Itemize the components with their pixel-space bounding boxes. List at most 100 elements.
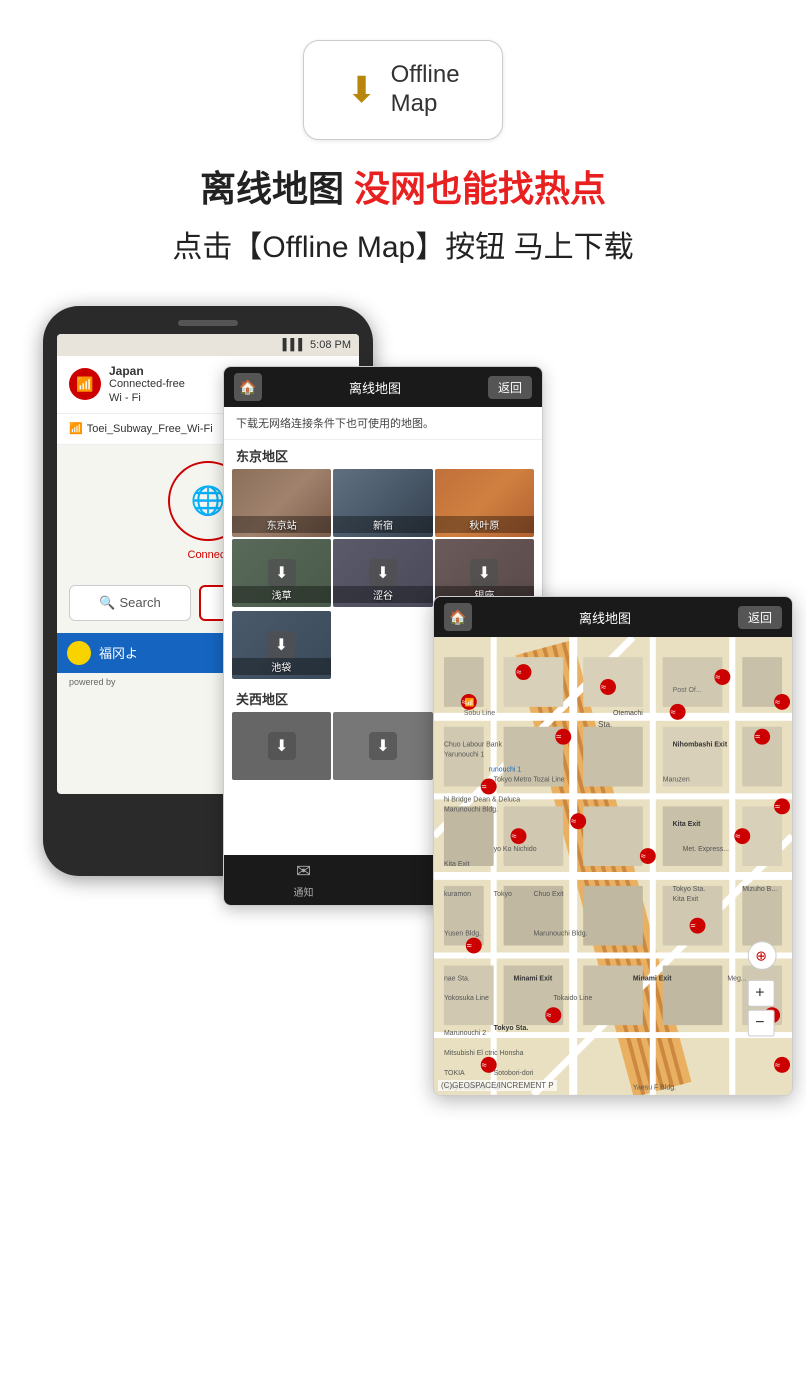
svg-text:nae Sta.: nae Sta.	[444, 975, 470, 982]
svg-text:Tokyo Sta.: Tokyo Sta.	[673, 886, 706, 893]
svg-text:≈: ≈	[482, 1060, 487, 1070]
map-screen: 🏠 离线地图 返回	[433, 596, 793, 1096]
tokyo-region-title: 东京地区	[224, 440, 542, 469]
svg-text:Yaesu F Bldg.: Yaesu F Bldg.	[633, 1085, 676, 1092]
svg-text:Nihombashi Exit: Nihombashi Exit	[673, 742, 728, 749]
svg-text:Tokyo: Tokyo	[494, 891, 512, 898]
wifi-network-label: Toei_Subway_Free_Wi-Fi	[87, 423, 213, 435]
search-button[interactable]: 🔍 Search	[69, 585, 191, 621]
svg-text:yo Ko Nichido: yo Ko Nichido	[494, 846, 537, 853]
svg-text:Yarunouchi 1: Yarunouchi 1	[444, 752, 485, 759]
svg-text:Kita Exit: Kita Exit	[673, 896, 699, 903]
area-shibuya[interactable]: ⬇ 涩谷	[333, 539, 432, 607]
svg-text:Marunouchi Bldg.: Marunouchi Bldg.	[533, 931, 587, 938]
map-home-button[interactable]: 🏠	[444, 603, 472, 631]
svg-text:Sta.: Sta.	[598, 720, 612, 729]
svg-text:Sobu Line: Sobu Line	[464, 710, 495, 717]
status-time: 5:08 PM	[310, 339, 351, 351]
svg-text:≈: ≈	[775, 1060, 780, 1070]
offline-map-description: 下载无网络连接条件下也可使用的地图。	[224, 407, 542, 440]
download-icon-ikebukuro: ⬇	[267, 631, 295, 659]
svg-text:Tokaido Line: Tokaido Line	[553, 995, 592, 1002]
phone-status-bar: ▌▌▌ 5:08 PM	[57, 334, 359, 356]
svg-text:≈: ≈	[775, 801, 780, 811]
area-grid-tokyo: 东京站 新宿 秋叶原 ⬇ 浅草 ⬇ 涩谷 ⬇ 银座	[224, 469, 542, 611]
headline: 离线地图 没网也能找热点	[200, 160, 606, 212]
notifications-label: 通知	[294, 884, 314, 899]
area-label-ikebukuro: 池袋	[232, 658, 331, 675]
area-ikebukuro[interactable]: ⬇ 池袋	[232, 611, 331, 679]
svg-text:Sotobori-dori: Sotobori-dori	[494, 1070, 534, 1077]
svg-text:Meg...: Meg...	[727, 975, 746, 982]
download-icon-shibuya: ⬇	[369, 559, 397, 587]
svg-text:≈: ≈	[755, 732, 760, 742]
svg-text:≈: ≈	[775, 697, 780, 707]
map-title: 离线地图	[579, 608, 631, 627]
svg-text:Yusen Bldg.: Yusen Bldg.	[444, 931, 481, 938]
app-icon-container: ⬇ Offline Map	[303, 40, 503, 140]
download-icon-kansai-2: ⬇	[369, 732, 397, 760]
offline-map-title: 离线地图	[349, 378, 401, 397]
notifications-icon: ✉	[296, 861, 311, 882]
map-svg: Sobu Line Post Of... Otemachi Sta. Chuo …	[434, 637, 792, 1095]
map-back-button[interactable]: 返回	[738, 606, 782, 629]
app-tagline: Connected-free	[109, 378, 185, 391]
signal-icon: ▌▌▌	[283, 339, 306, 351]
subheadline: 点击【Offline Map】按钮 马上下载	[172, 222, 633, 266]
svg-text:Chuo Labour Bank: Chuo Labour Bank	[444, 742, 503, 749]
svg-text:≈: ≈	[641, 851, 646, 861]
search-label: Search	[119, 595, 160, 610]
svg-text:Marunouchi 2: Marunouchi 2	[444, 1030, 486, 1037]
globe-icon: 🌐	[191, 484, 226, 517]
svg-text:≈: ≈	[467, 941, 472, 951]
svg-text:hi Bridge Dean & Deluca: hi Bridge Dean & Deluca	[444, 796, 520, 803]
area-kansai-2[interactable]: ⬇	[333, 712, 432, 780]
svg-text:Maruzen: Maruzen	[663, 776, 690, 783]
download-icon-ginza: ⬇	[470, 559, 498, 587]
svg-text:Minami Exit: Minami Exit	[633, 975, 672, 982]
svg-text:Kita Exit: Kita Exit	[673, 821, 702, 828]
svg-text:≈: ≈	[601, 682, 606, 692]
area-asakusa[interactable]: ⬇ 浅草	[232, 539, 331, 607]
download-icon: ⬇	[346, 69, 376, 111]
area-kansai-1[interactable]: ⬇	[232, 712, 331, 780]
svg-text:≈: ≈	[546, 1010, 551, 1020]
app-icon: ⬇ Offline Map	[303, 40, 503, 140]
area-akihabara[interactable]: 秋叶原	[435, 469, 534, 537]
svg-text:Post Of...: Post Of...	[673, 687, 702, 694]
svg-text:≈: ≈	[462, 697, 467, 707]
back-button[interactable]: 返回	[488, 376, 532, 399]
svg-text:Tokyo Metro Tozai Line: Tokyo Metro Tozai Line	[494, 776, 565, 783]
svg-text:≈: ≈	[512, 831, 517, 841]
wifi-signal-icon: 📶	[69, 422, 83, 435]
svg-text:Marunouchi Bldg.: Marunouchi Bldg.	[444, 806, 498, 813]
japan-wifi-logo: 📶	[69, 368, 101, 400]
fukuoka-text: 福冈よ	[99, 643, 138, 662]
svg-text:Met. Express...: Met. Express...	[683, 846, 729, 853]
svg-text:Chuo Exit: Chuo Exit	[533, 891, 563, 898]
bottom-nav-notifications[interactable]: ✉ 通知	[224, 855, 383, 905]
app-icon-text: Offline Map	[391, 61, 460, 119]
svg-text:Tokyo Sta.: Tokyo Sta.	[494, 1025, 529, 1032]
app-tagline2: Wi - Fi	[109, 392, 185, 405]
svg-text:≈: ≈	[671, 707, 676, 717]
area-label-shibuya: 涩谷	[333, 586, 432, 603]
area-label-tokyo: 东京站	[232, 516, 331, 533]
svg-text:Mizuho B...: Mizuho B...	[742, 886, 777, 893]
app-brand-name: Japan	[109, 364, 185, 378]
map-content: Sobu Line Post Of... Otemachi Sta. Chuo …	[434, 637, 792, 1095]
area-shinjuku[interactable]: 新宿	[333, 469, 432, 537]
home-button[interactable]: 🏠	[234, 373, 262, 401]
svg-text:Minami Exit: Minami Exit	[514, 975, 553, 982]
svg-text:Yokosuka Line: Yokosuka Line	[444, 995, 489, 1002]
area-tokyo-station[interactable]: 东京站	[232, 469, 331, 537]
svg-text:≈: ≈	[735, 831, 740, 841]
svg-text:TOKIA: TOKIA	[444, 1070, 465, 1077]
svg-text:Kita Exit: Kita Exit	[444, 861, 470, 868]
download-icon-asakusa: ⬇	[268, 559, 296, 587]
phone-speaker	[178, 320, 238, 326]
download-icon-kansai-1: ⬇	[268, 732, 296, 760]
svg-text:≈: ≈	[715, 672, 720, 682]
search-icon: 🔍	[99, 595, 115, 611]
svg-text:+: +	[755, 984, 764, 1001]
